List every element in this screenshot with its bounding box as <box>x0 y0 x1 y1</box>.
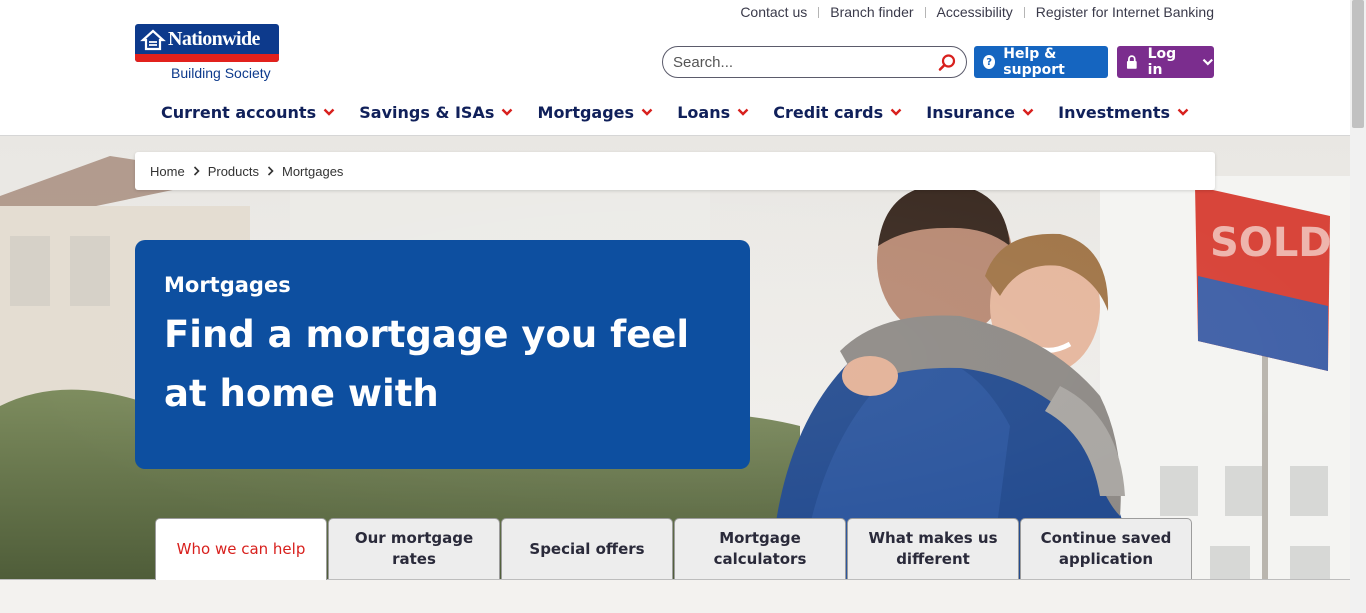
contact-us-link[interactable]: Contact us <box>740 4 807 20</box>
nav-label: Insurance <box>926 102 1015 122</box>
log-in-button[interactable]: Log in <box>1117 46 1214 78</box>
chevron-down-icon <box>737 108 749 116</box>
breadcrumb-current: Mortgages <box>282 163 344 179</box>
logo-red-stripe <box>135 54 279 62</box>
tab-content-area <box>0 579 1350 613</box>
nav-label: Mortgages <box>537 102 635 122</box>
search-box <box>662 46 967 78</box>
chevron-down-icon <box>1203 58 1214 66</box>
nav-savings-isas[interactable]: Savings & ISAs <box>359 103 513 122</box>
main-nav: Current accounts Savings & ISAs Mortgage… <box>135 96 1215 128</box>
mortgage-tabs: Who we can help Our mortgage rates Speci… <box>155 518 1193 580</box>
help-support-button[interactable]: ? Help & support <box>974 46 1108 78</box>
chevron-down-icon <box>890 108 902 116</box>
hero-headline: Find a mortgage you feel at home with <box>164 313 690 415</box>
nav-label: Savings & ISAs <box>359 102 495 122</box>
tab-continue-saved-application[interactable]: Continue saved application <box>1020 518 1192 579</box>
tab-mortgage-calculators[interactable]: Mortgage calculators <box>674 518 846 579</box>
tab-our-mortgage-rates[interactable]: Our mortgage rates <box>328 518 500 579</box>
nav-loans[interactable]: Loans <box>677 103 749 122</box>
nav-label: Credit cards <box>773 102 884 122</box>
nav-insurance[interactable]: Insurance <box>926 103 1034 122</box>
search-input[interactable] <box>673 53 928 71</box>
chevron-down-icon <box>641 108 653 116</box>
hero-eyebrow: Mortgages <box>164 273 291 297</box>
breadcrumb-home[interactable]: Home <box>150 164 185 179</box>
breadcrumb: Home Products Mortgages <box>135 152 1215 190</box>
hero-card: Mortgages Find a mortgage you feel at ho… <box>135 240 750 469</box>
tab-who-we-can-help[interactable]: Who we can help <box>155 518 327 580</box>
chevron-right-icon <box>267 166 274 176</box>
nav-label: Investments <box>1058 102 1170 122</box>
nationwide-logo[interactable]: Nationwide Building Society <box>135 24 279 82</box>
chevron-down-icon <box>323 108 335 116</box>
site-header: Contact us Branch finder Accessibility R… <box>0 0 1350 136</box>
chevron-down-icon <box>501 108 513 116</box>
tab-what-makes-us-different[interactable]: What makes us different <box>847 518 1019 579</box>
nav-credit-cards[interactable]: Credit cards <box>773 103 902 122</box>
log-in-label: Log in <box>1147 46 1177 78</box>
chevron-down-icon <box>1177 108 1189 116</box>
lock-icon <box>1126 55 1137 69</box>
divider <box>1023 6 1025 18</box>
logo-name: Nationwide <box>168 28 260 50</box>
help-support-label: Help & support <box>1003 46 1065 78</box>
tab-special-offers[interactable]: Special offers <box>501 518 673 579</box>
scrollbar-thumb[interactable] <box>1352 0 1364 128</box>
nav-investments[interactable]: Investments <box>1058 103 1189 122</box>
nav-mortgages[interactable]: Mortgages <box>538 103 654 122</box>
divider <box>818 6 820 18</box>
chevron-right-icon <box>193 166 200 176</box>
accessibility-link[interactable]: Accessibility <box>937 4 1013 20</box>
chevron-down-icon <box>1022 108 1034 116</box>
register-internet-banking-link[interactable]: Register for Internet Banking <box>1036 4 1214 20</box>
breadcrumb-products[interactable]: Products <box>208 164 259 179</box>
logo-subtitle: Building Society <box>171 65 271 81</box>
nav-label: Current accounts <box>161 102 317 122</box>
utility-links: Contact us Branch finder Accessibility R… <box>740 4 1214 20</box>
page-scrollbar[interactable] <box>1350 0 1366 613</box>
question-icon: ? <box>983 55 996 69</box>
divider <box>924 6 926 18</box>
nav-current-accounts[interactable]: Current accounts <box>161 103 335 122</box>
logo-badge: Nationwide <box>135 24 279 62</box>
house-logo-icon <box>140 29 166 51</box>
nav-label: Loans <box>677 102 731 122</box>
search-icon[interactable] <box>937 53 957 73</box>
branch-finder-link[interactable]: Branch finder <box>830 4 913 20</box>
